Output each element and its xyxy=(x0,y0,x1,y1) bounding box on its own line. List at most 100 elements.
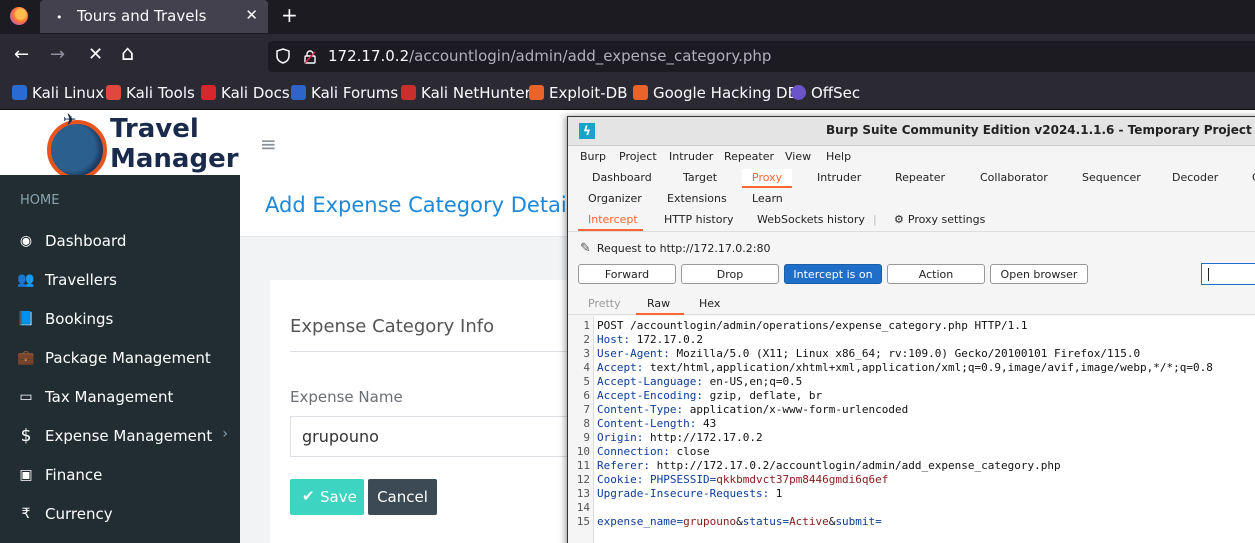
burp-logo-icon: ϟ xyxy=(579,123,595,139)
bookmark-kali-tools[interactable]: Kali Tools xyxy=(106,84,195,102)
line-number: 4 xyxy=(583,361,590,374)
request-target-label: Request to http://172.17.0.2:80 xyxy=(596,242,771,255)
header-name: Referer: xyxy=(597,459,650,472)
subtab-http-history[interactable]: HTTP history xyxy=(664,213,733,226)
bookmark-kali-forums[interactable]: Kali Forums xyxy=(291,84,398,102)
line-content: Origin: http://172.17.0.2 xyxy=(597,431,763,444)
text-cursor xyxy=(1208,268,1209,281)
bookmark-kali-docs[interactable]: Kali Docs xyxy=(201,84,290,102)
menu-help[interactable]: Help xyxy=(826,150,851,163)
line-number: 8 xyxy=(583,417,590,430)
sidebar-item-label: Currency xyxy=(45,505,113,523)
cookie-value: qkkbmdvct37pm8446gmdi6q6ef xyxy=(716,473,889,486)
bookmark-offsec[interactable]: OffSec xyxy=(791,84,860,102)
save-button[interactable]: ✔ Save xyxy=(290,479,364,515)
intercept-toggle-button[interactable]: Intercept is on xyxy=(784,264,882,284)
tab-repeater[interactable]: Repeater xyxy=(895,171,945,184)
burp-title-bar[interactable]: ϟ Burp Suite Community Edition v2024.1.1… xyxy=(568,117,1255,146)
firefox-icon[interactable] xyxy=(10,7,28,25)
stop-icon[interactable]: ✕ xyxy=(88,44,103,65)
tab-collaborator[interactable]: Collaborator xyxy=(980,171,1048,184)
header-name: Cookie: xyxy=(597,473,644,486)
line-number: 3 xyxy=(583,347,590,360)
bookmark-label: OffSec xyxy=(811,84,861,102)
drop-button[interactable]: Drop xyxy=(681,264,779,284)
tab-target[interactable]: Target xyxy=(683,171,717,184)
browser-tab[interactable]: • Tours and Travels ✕ xyxy=(40,0,268,33)
line-content: Accept-Encoding: gzip, deflate, br xyxy=(597,389,823,402)
logo-area[interactable]: ✈ Travel Manager xyxy=(0,110,240,180)
tab-learn[interactable]: Learn xyxy=(752,192,783,205)
tab-dashboard[interactable]: Dashboard xyxy=(592,171,652,184)
url-text[interactable]: 172.17.0.2/accountlogin/admin/add_expens… xyxy=(328,47,771,65)
tab-close-icon[interactable]: ✕ xyxy=(245,6,258,24)
menu-toggle-icon[interactable]: ≡ xyxy=(260,132,277,156)
forward-button[interactable]: Forward xyxy=(578,264,676,284)
sidebar-item-tax-management[interactable]: ▭ Tax Management xyxy=(0,378,240,417)
tab-organizer[interactable]: Organizer xyxy=(588,192,642,205)
sidebar: HOME ◉ Dashboard 👥 Travellers 📘 Bookings… xyxy=(0,175,240,543)
subtab-websockets-history[interactable]: WebSockets history xyxy=(757,213,865,226)
rupee-icon: ₹ xyxy=(21,506,31,522)
view-tab-raw[interactable]: Raw xyxy=(647,297,670,310)
menu-burp[interactable]: Burp xyxy=(580,150,606,163)
back-arrow-icon[interactable]: ← xyxy=(14,44,29,65)
money-icon: ▣ xyxy=(19,467,33,483)
sidebar-item-label: Travellers xyxy=(45,271,117,289)
url-host: 172.17.0.2 xyxy=(328,47,410,65)
active-view-underline xyxy=(636,313,684,315)
tab-proxy[interactable]: Proxy xyxy=(742,169,793,188)
pencil-icon: ✎ xyxy=(580,241,591,256)
header-name: Upgrade-Insecure-Requests: xyxy=(597,487,770,500)
sidebar-item-expense-management[interactable]: $ Expense Management › xyxy=(0,417,240,456)
forward-arrow-icon[interactable]: → xyxy=(50,44,65,65)
search-input[interactable] xyxy=(1201,263,1255,285)
message-view-tabs: Pretty Raw Hex xyxy=(568,293,1255,315)
view-tab-pretty[interactable]: Pretty xyxy=(588,297,621,310)
menu-intruder[interactable]: Intruder xyxy=(669,150,713,163)
menu-project[interactable]: Project xyxy=(619,150,657,163)
tab-sequencer[interactable]: Sequencer xyxy=(1082,171,1141,184)
line-number: 14 xyxy=(576,501,590,514)
line-content: Accept-Language: en-US,en;q=0.5 xyxy=(597,375,803,388)
burp-main-tabs: Dashboard Target Proxy Intruder Repeater… xyxy=(568,167,1255,209)
header-name: Accept-Language: xyxy=(597,375,703,388)
sidebar-item-travellers[interactable]: 👥 Travellers xyxy=(0,261,240,300)
open-browser-button[interactable]: Open browser xyxy=(990,264,1088,284)
cancel-button[interactable]: Cancel xyxy=(368,479,437,515)
sidebar-item-currency[interactable]: ₹ Currency xyxy=(0,495,240,534)
kali-dragon-icon xyxy=(12,85,27,100)
subtab-intercept[interactable]: Intercept xyxy=(588,213,638,226)
view-tab-hex[interactable]: Hex xyxy=(699,297,720,310)
page-title: Add Expense Category Details xyxy=(265,193,584,217)
url-bar[interactable]: 172.17.0.2/accountlogin/admin/add_expens… xyxy=(268,41,1255,72)
tab-intruder[interactable]: Intruder xyxy=(817,171,861,184)
menu-view[interactable]: View xyxy=(785,150,811,163)
menu-repeater[interactable]: Repeater xyxy=(724,150,774,163)
line-content: Content-Type: application/x-www-form-url… xyxy=(597,403,909,416)
bookmark-kali-linux[interactable]: Kali Linux xyxy=(12,84,104,102)
shield-icon[interactable] xyxy=(276,48,290,64)
bookmark-kali-nethunter[interactable]: Kali NetHunter xyxy=(401,84,531,102)
bookmark-exploit-db[interactable]: Exploit-DB xyxy=(529,84,628,102)
new-tab-button[interactable]: + xyxy=(281,3,298,27)
line-content: Cookie: PHPSESSID=qkkbmdvct37pm8446gmdi6… xyxy=(597,473,888,486)
tab-decoder[interactable]: Decoder xyxy=(1172,171,1218,184)
home-icon[interactable]: ⌂ xyxy=(121,41,134,65)
sidebar-item-dashboard[interactable]: ◉ Dashboard xyxy=(0,222,240,261)
sidebar-item-bookings[interactable]: 📘 Bookings xyxy=(0,300,240,339)
subtab-separator: | xyxy=(873,213,877,226)
proxy-settings-button[interactable]: ⚙ Proxy settings xyxy=(894,213,985,226)
kali-docs-icon xyxy=(201,85,216,100)
request-editor[interactable]: 1 POST /accountlogin/admin/operations/exp… xyxy=(568,316,1255,543)
bookmark-label: Kali Tools xyxy=(126,84,195,102)
tab-title: Tours and Travels xyxy=(77,7,207,25)
tab-extensions[interactable]: Extensions xyxy=(667,192,727,205)
lock-icon[interactable] xyxy=(304,50,316,64)
line-number: 1 xyxy=(583,319,590,332)
sidebar-item-finance[interactable]: ▣ Finance xyxy=(0,456,240,495)
sidebar-item-package-management[interactable]: 💼 Package Management xyxy=(0,339,240,378)
bookmark-google-hacking-db[interactable]: Google Hacking DB xyxy=(633,84,798,102)
action-button[interactable]: Action xyxy=(887,264,985,284)
param-name: expense_name= xyxy=(597,515,684,528)
